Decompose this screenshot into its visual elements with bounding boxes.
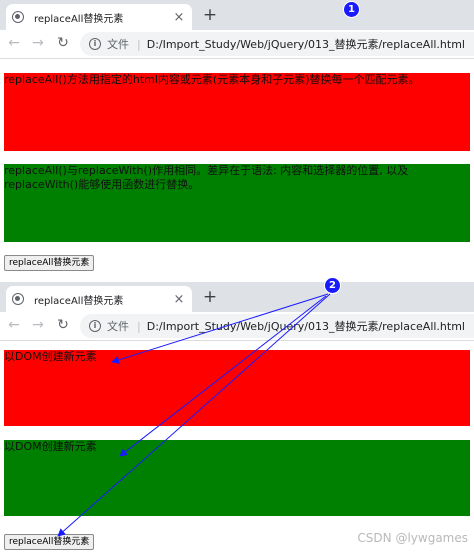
arrow-to-button	[57, 293, 331, 537]
annotation-arrows	[57, 293, 331, 537]
arrow-to-red-box	[111, 293, 329, 364]
arrow-to-green-box	[119, 295, 327, 457]
watermark: CSDN @lywgames	[357, 531, 468, 545]
